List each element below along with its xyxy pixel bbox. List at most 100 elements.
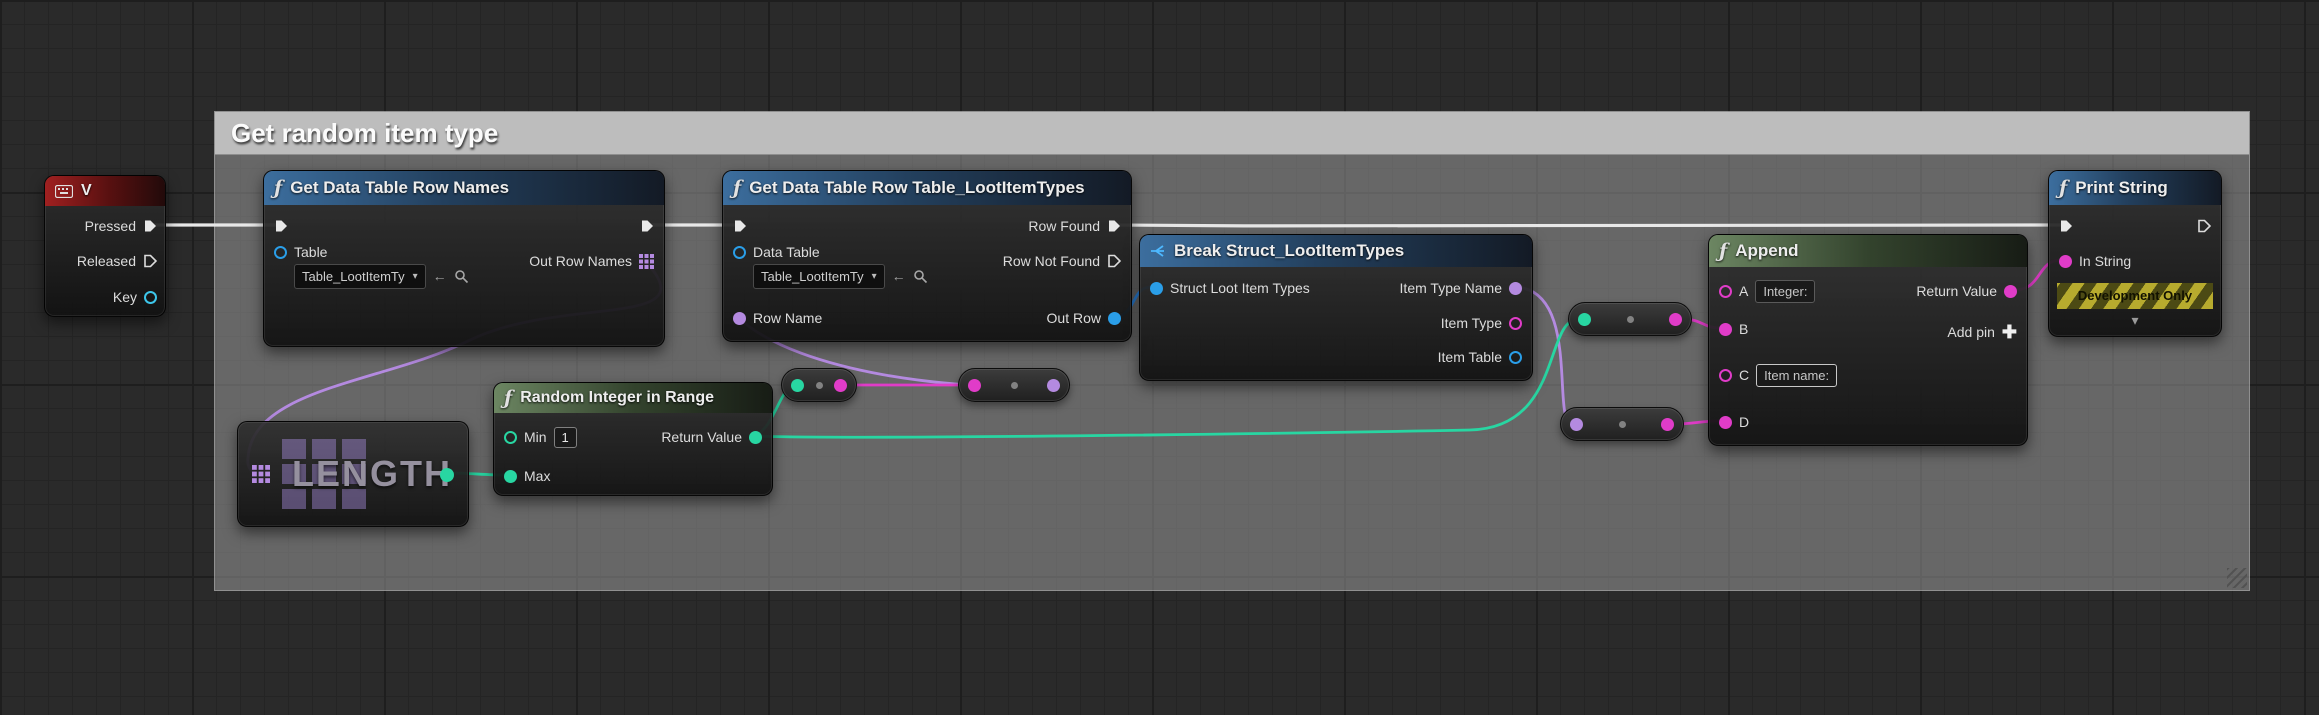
row-not-found-exec-pin[interactable] — [1107, 254, 1121, 268]
min-value-input[interactable]: 1 — [553, 426, 577, 448]
blueprint-graph-canvas[interactable]: Get random item type V Pressed Released … — [0, 0, 2319, 715]
append-b-pin[interactable] — [1719, 322, 1732, 336]
input-pin[interactable] — [791, 378, 804, 392]
browse-icon[interactable] — [454, 269, 469, 284]
conversion-node-string-to-name[interactable] — [958, 368, 1070, 402]
append-a-input[interactable]: Integer: — [1755, 279, 1816, 303]
node-get-data-table-row[interactable]: ƒ Get Data Table Row Table_LootItemTypes… — [722, 170, 1132, 342]
pin-label-c: C — [1739, 367, 1750, 383]
node-random-integer-in-range[interactable]: ƒ Random Integer in Range Min 1 Max Retu… — [493, 382, 773, 496]
output-pin[interactable] — [1047, 378, 1060, 392]
pin-label-struct-input: Struct Loot Item Types — [1170, 280, 1310, 296]
chevron-down-icon: ▾ — [412, 270, 418, 282]
min-pin[interactable] — [504, 430, 517, 444]
conversion-node-int-to-string[interactable] — [781, 368, 857, 402]
pin-label-table: Table — [294, 244, 328, 260]
pin-label-return-value: Return Value — [1916, 283, 1997, 299]
node-title: Print String — [2075, 178, 2168, 197]
append-return-pin[interactable] — [2004, 284, 2017, 298]
node-break-struct[interactable]: Break Struct_LootItemTypes Struct Loot I… — [1139, 234, 1533, 381]
pin-label-max: Max — [524, 468, 551, 484]
node-title: Random Integer in Range — [520, 389, 714, 406]
node-append[interactable]: ƒ Append A Integer: B C Item name: D Ret… — [1708, 234, 2028, 446]
item-type-name-pin[interactable] — [1509, 281, 1522, 295]
break-struct-icon — [1151, 245, 1164, 257]
exec-out-pin[interactable] — [2197, 219, 2211, 233]
item-table-pin[interactable] — [1509, 350, 1522, 364]
chevron-down-icon: ▾ — [871, 270, 877, 282]
pin-label-out-row-names: Out Row Names — [529, 253, 632, 269]
item-type-pin[interactable] — [1509, 316, 1522, 330]
function-icon: ƒ — [1719, 240, 1728, 262]
length-output-pin[interactable] — [440, 468, 454, 482]
node-title: V — [81, 182, 92, 199]
pin-label-item-type: Item Type — [1440, 315, 1502, 331]
pin-label-item-table: Item Table — [1437, 349, 1502, 365]
use-selected-icon[interactable]: ← — [892, 268, 906, 284]
conversion-glyph — [1010, 381, 1018, 389]
browse-icon[interactable] — [913, 269, 928, 284]
pin-label-out-row: Out Row — [1046, 310, 1101, 326]
max-pin[interactable] — [504, 469, 517, 483]
input-pin[interactable] — [1570, 417, 1583, 431]
data-table-pin[interactable] — [733, 245, 746, 259]
pin-label-pressed: Pressed — [84, 218, 136, 234]
conversion-node-int-to-string-b[interactable] — [1568, 302, 1692, 336]
node-title: Break Struct_LootItemTypes — [1174, 241, 1405, 260]
pin-label-in-string: In String — [2079, 253, 2132, 269]
append-d-pin[interactable] — [1719, 415, 1732, 429]
return-value-pin[interactable] — [749, 430, 762, 444]
key-pin[interactable] — [144, 290, 157, 304]
row-found-exec-pin[interactable] — [1107, 219, 1121, 233]
development-only-banner: Development Only — [2057, 283, 2213, 309]
append-c-input[interactable]: Item name: — [1756, 363, 1838, 387]
input-pin[interactable] — [968, 378, 981, 392]
conversion-node-name-to-string[interactable] — [1560, 407, 1684, 441]
use-selected-icon[interactable]: ← — [433, 268, 447, 284]
node-title: Append — [1735, 241, 1799, 260]
pin-label-return-value: Return Value — [661, 429, 742, 445]
conversion-glyph — [1626, 315, 1634, 323]
data-table-asset-dropdown[interactable]: Table_LootItemTy ▾ — [753, 263, 885, 289]
pin-label-a: A — [1739, 283, 1749, 299]
out-row-pin[interactable] — [1108, 311, 1121, 325]
struct-input-pin[interactable] — [1150, 281, 1163, 295]
exec-pin-pressed[interactable] — [143, 219, 157, 233]
exec-in-pin[interactable] — [733, 219, 747, 233]
advanced-expander-icon[interactable]: ▾ — [2049, 313, 2221, 329]
exec-pin-released[interactable] — [143, 254, 157, 268]
out-row-names-array-pin[interactable] — [639, 253, 654, 269]
node-get-data-table-row-names[interactable]: ƒ Get Data Table Row Names Table Table_L… — [263, 170, 665, 347]
exec-in-pin[interactable] — [274, 219, 288, 233]
output-pin[interactable] — [1661, 417, 1674, 431]
input-pin[interactable] — [1578, 312, 1591, 326]
exec-out-pin[interactable] — [640, 219, 654, 233]
in-string-pin[interactable] — [2059, 254, 2072, 268]
array-input-pin[interactable] — [252, 465, 270, 483]
pin-label-row-name: Row Name — [753, 310, 823, 326]
add-pin-label: Add pin — [1947, 324, 1995, 340]
output-pin[interactable] — [1669, 312, 1682, 326]
length-title: LENGTH — [292, 453, 452, 494]
pin-label-min: Min — [524, 429, 547, 445]
pin-label-released: Released — [76, 253, 136, 269]
wire-exec-rowfound-to-print — [1112, 223, 2063, 228]
row-name-pin[interactable] — [733, 311, 746, 325]
output-pin[interactable] — [834, 378, 847, 392]
function-icon: ƒ — [733, 177, 742, 199]
node-array-length[interactable]: LENGTH — [237, 421, 469, 527]
node-input-key-v[interactable]: V Pressed Released Key — [44, 175, 166, 317]
pin-label-key: Key — [112, 289, 137, 305]
exec-in-pin[interactable] — [2059, 219, 2073, 233]
append-c-pin[interactable] — [1719, 368, 1732, 382]
add-pin-icon[interactable]: ✚ — [2002, 323, 2017, 341]
append-a-pin[interactable] — [1719, 284, 1732, 298]
table-asset-dropdown[interactable]: Table_LootItemTy ▾ — [294, 263, 426, 289]
pin-label-d: D — [1739, 414, 1750, 430]
table-pin[interactable] — [274, 245, 287, 259]
node-title: Get Data Table Row Table_LootItemTypes — [749, 178, 1085, 197]
asset-name: Table_LootItemTy — [761, 268, 864, 284]
conversion-glyph — [1618, 420, 1626, 428]
pin-label-row-not-found: Row Not Found — [1002, 253, 1100, 269]
node-print-string[interactable]: ƒ Print String In String Development Onl… — [2048, 170, 2222, 337]
